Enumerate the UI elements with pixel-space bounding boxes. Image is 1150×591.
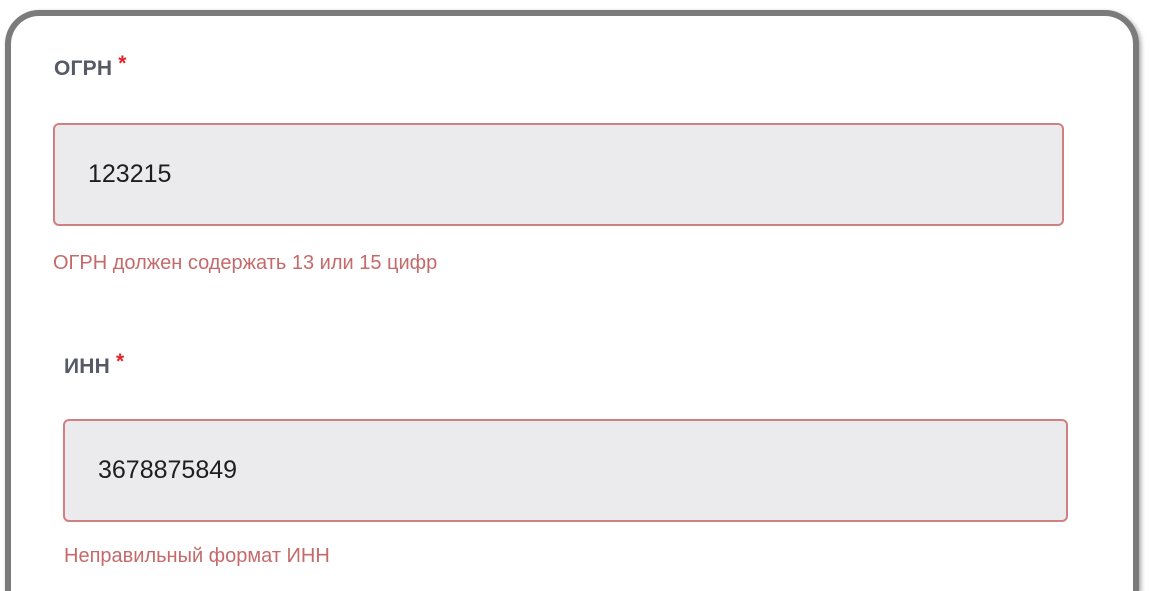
- ogrn-label: ОГРН *: [54, 52, 127, 81]
- ogrn-error-message: ОГРН должен содержать 13 или 15 цифр: [53, 252, 438, 274]
- ogrn-label-text: ОГРН: [54, 57, 113, 80]
- inn-error-message: Неправильный формат ИНН: [64, 545, 330, 567]
- ogrn-required-mark: *: [118, 52, 127, 75]
- inn-label: ИНН *: [64, 350, 124, 379]
- inn-label-text: ИНН: [64, 355, 111, 378]
- ogrn-input[interactable]: [53, 123, 1064, 226]
- inn-input[interactable]: [63, 419, 1068, 522]
- inn-required-mark: *: [116, 350, 125, 373]
